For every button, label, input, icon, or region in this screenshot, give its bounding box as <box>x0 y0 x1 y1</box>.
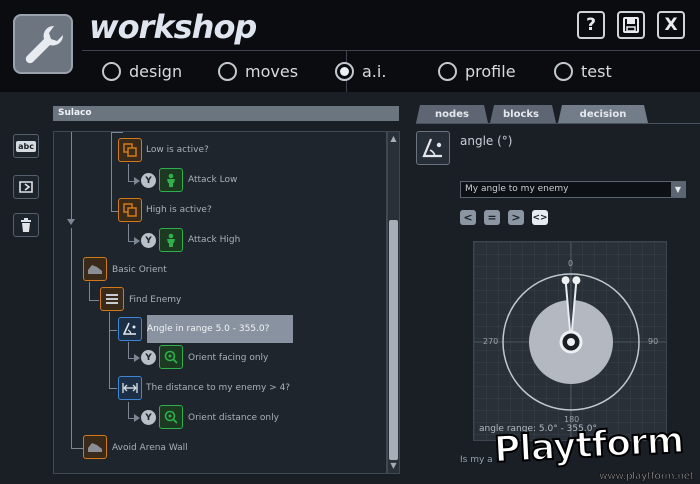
move-node-button[interactable] <box>13 175 39 199</box>
tree-node-label[interactable]: Find Enemy <box>129 295 181 305</box>
yes-badge-icon: Y <box>141 173 156 188</box>
range-max-handle[interactable] <box>561 276 570 285</box>
yes-badge-icon: Y <box>141 410 156 425</box>
tree-node-icon[interactable] <box>159 345 183 369</box>
delete-button[interactable] <box>13 213 39 237</box>
header-divider <box>82 50 700 51</box>
tree-node-icon[interactable] <box>118 317 142 341</box>
watermark-url: www.playtform.net <box>599 471 694 483</box>
tab-ai[interactable]: a.i. <box>335 58 386 84</box>
trash-icon <box>21 218 31 232</box>
playtform-watermark: Playtform www.playtform.net <box>486 419 700 484</box>
tree-node-icon[interactable] <box>118 198 142 222</box>
abc-icon: abc <box>16 140 36 152</box>
tree-scrollbar[interactable]: ▲ ▼ <box>387 131 400 474</box>
shoe-icon <box>88 443 102 452</box>
tag-icon <box>19 181 33 193</box>
tab-profile[interactable]: profile <box>438 58 516 84</box>
angle-icon <box>422 138 442 158</box>
angle-icon <box>123 322 136 335</box>
equals-button[interactable]: = <box>484 210 500 225</box>
select-value: My angle to my enemy <box>465 184 569 194</box>
tab-divider <box>416 123 700 124</box>
floppy-disk-icon <box>623 17 639 33</box>
radio-icon <box>218 61 237 81</box>
greater-than-button[interactable]: > <box>508 210 524 225</box>
copy-icon <box>123 203 137 217</box>
chevron-down-icon[interactable]: ▼ <box>671 182 685 197</box>
watermark-logo: Playtform <box>492 419 685 472</box>
dial-label-top: 0 <box>568 259 574 268</box>
tree-node-label[interactable]: Attack High <box>188 235 240 245</box>
abc-rename-button[interactable]: abc <box>13 134 39 158</box>
tree-node-label[interactable]: Low is active? <box>146 145 209 155</box>
tab-design[interactable]: design <box>102 58 182 84</box>
tree-node-label[interactable]: Basic Orient <box>112 265 167 275</box>
tab-label: test <box>581 61 612 81</box>
angle-source-select[interactable]: My angle to my enemy ▼ <box>460 181 686 198</box>
dial-label-right: 90 <box>648 337 659 346</box>
decision-type-button[interactable] <box>416 131 450 165</box>
tree-node-icon[interactable] <box>159 228 183 252</box>
tree-node-icon[interactable] <box>159 405 183 429</box>
tree-node-icon[interactable] <box>118 138 142 162</box>
header-bar: workshop ? X design moves a.i. profile t… <box>0 0 700 92</box>
scroll-down-icon[interactable]: ▼ <box>389 461 398 471</box>
tab-decision[interactable]: decision <box>558 104 648 124</box>
tree-node-label[interactable]: Orient facing only <box>188 353 268 363</box>
radio-icon <box>438 61 457 81</box>
tree-node-icon[interactable] <box>83 257 107 281</box>
tree-node-icon[interactable] <box>159 168 183 192</box>
dial-label-left: 270 <box>483 337 499 346</box>
wrench-logo-icon <box>13 14 73 74</box>
save-button[interactable] <box>617 11 645 39</box>
copy-icon <box>123 143 137 157</box>
tab-label: design <box>129 61 183 81</box>
tree-node-label[interactable]: High is active? <box>146 205 212 215</box>
range-min-handle[interactable] <box>572 276 581 285</box>
help-button[interactable]: ? <box>577 11 605 39</box>
target-icon <box>164 350 178 364</box>
list-icon <box>106 294 118 304</box>
tab-moves[interactable]: moves <box>218 58 298 84</box>
tab-nodes[interactable]: nodes <box>420 104 484 124</box>
close-button[interactable]: X <box>657 11 685 39</box>
tree-node-label[interactable]: Orient distance only <box>188 413 279 423</box>
radio-icon <box>102 61 121 81</box>
tree-node-label[interactable]: Attack Low <box>188 175 237 185</box>
tree-title: Sulaco <box>53 106 399 121</box>
scroll-thumb[interactable] <box>389 220 398 460</box>
tab-test[interactable]: test <box>554 58 612 84</box>
behavior-tree[interactable]: Low is active? Y Attack Low High is acti… <box>53 131 387 474</box>
not-equal-button[interactable]: <> <box>532 210 548 225</box>
less-than-button[interactable]: < <box>460 210 476 225</box>
tree-node-label[interactable]: The distance to my enemy > 4? <box>146 383 290 393</box>
tab-label: profile <box>465 61 516 81</box>
distance-icon <box>122 383 138 393</box>
target-icon <box>164 410 178 424</box>
radio-selected-icon <box>335 61 354 81</box>
decision-title: angle (°) <box>460 134 513 148</box>
scroll-up-icon[interactable]: ▲ <box>389 134 398 144</box>
app-title: workshop <box>89 8 257 46</box>
yes-badge-icon: Y <box>141 233 156 248</box>
tree-node-icon[interactable] <box>83 435 107 459</box>
tab-blocks[interactable]: blocks <box>490 104 552 124</box>
tree-node-icon[interactable] <box>100 287 124 311</box>
tree-node-label[interactable]: Avoid Arena Wall <box>112 443 188 453</box>
tab-label: moves <box>245 61 299 81</box>
tree-node-icon[interactable] <box>118 376 142 400</box>
figure-icon <box>167 233 175 247</box>
tab-label: a.i. <box>362 61 387 81</box>
tree-node-label[interactable]: Angle in range 5.0 - 355.0? <box>147 324 269 334</box>
yes-badge-icon: Y <box>141 350 156 365</box>
radio-icon <box>554 61 573 81</box>
figure-icon <box>167 173 175 187</box>
angle-dial[interactable]: 0 270 90 180 <box>473 241 667 441</box>
shoe-icon <box>88 265 102 274</box>
